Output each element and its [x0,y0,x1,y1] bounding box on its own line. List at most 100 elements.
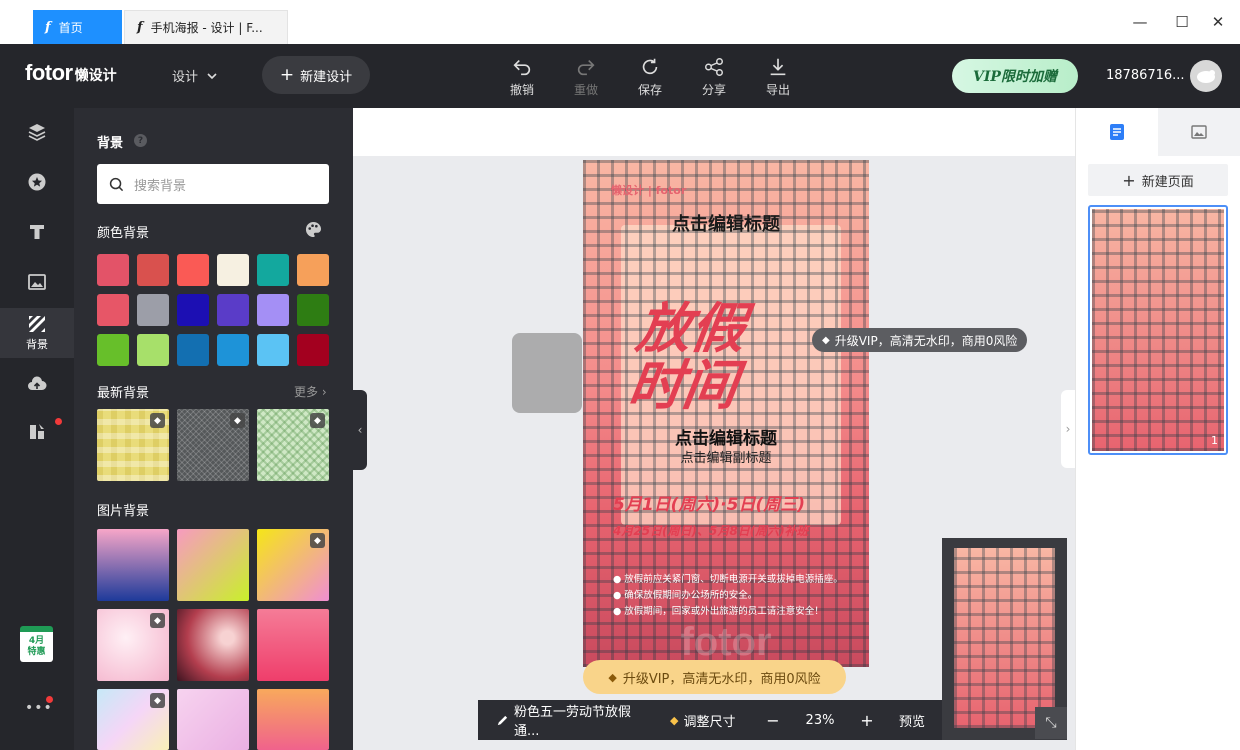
upload-cloud-icon [28,376,47,390]
latest-bg-gray-pattern[interactable]: ◆ [177,409,249,481]
share-button[interactable]: 分享 [694,56,734,98]
calendar-promo-icon[interactable]: 4月 特惠 [20,626,53,662]
resize-button[interactable]: ◆ 调整尺寸 [656,711,756,730]
rail-apps[interactable] [0,408,74,456]
poster-subtitle[interactable]: 点击编辑标题 [583,424,869,449]
color-swatch[interactable] [297,334,329,366]
image-bg-thumb[interactable]: ◆ [97,609,169,681]
zoom-out-button[interactable]: − [756,711,790,730]
rail-text[interactable] [0,208,74,256]
more-link[interactable]: 更多 › [294,383,327,400]
image-bg-thumb[interactable] [257,689,329,750]
color-swatch[interactable] [137,294,169,326]
rail-background-label: 背景 [26,338,48,351]
poster-headline[interactable]: 放假 时间 [625,296,750,417]
color-swatch[interactable] [217,294,249,326]
image-bg-thumb[interactable] [177,609,249,681]
avatar[interactable] [1190,60,1222,92]
color-swatch[interactable] [257,254,289,286]
layers-icon [28,124,46,141]
undo-button[interactable]: 撤销 [502,56,542,98]
color-swatch[interactable] [177,254,209,286]
poster-title[interactable]: 点击编辑标题 [583,210,869,236]
help-icon[interactable]: ? [134,134,147,147]
image-bg-thumb[interactable]: ◆ [97,689,169,750]
page-thumbnail-image [1092,209,1224,451]
color-swatch[interactable] [97,294,129,326]
poster-date-main[interactable]: 5月1日(周六)·5日(周三) [613,490,805,515]
poster-canvas[interactable]: 懒设计 | fotor 点击编辑标题 放假 时间 点击编辑标题 点击编辑副标题 … [583,160,869,667]
image-bg-thumb[interactable] [257,609,329,681]
save-icon [642,58,658,75]
export-button[interactable]: 导出 [758,56,798,98]
tab-images[interactable] [1158,108,1240,156]
rail-background[interactable]: 背景 [0,308,74,358]
poster-subtitle2[interactable]: 点击编辑副标题 [583,447,869,466]
export-icon [770,58,786,76]
poster-bullet: ● 放假前应关紧门窗、切断电源开关或拔掉电源插座。 [613,574,843,585]
color-swatch[interactable] [97,254,129,286]
user-phone[interactable]: 18786716... [1106,68,1185,83]
page-thumbnail[interactable]: 1 [1088,205,1228,455]
zoom-in-button[interactable]: + [850,711,884,730]
design-menu[interactable]: 设计 [172,66,218,85]
color-swatch[interactable] [257,334,289,366]
minimap-poster [954,548,1055,728]
expand-right-panel-button[interactable]: › [1061,390,1075,468]
tab-home[interactable]: f 首页 [33,10,122,44]
poster-brand[interactable]: 懒设计 | fotor [611,182,686,198]
file-name-field[interactable]: 粉色五一劳动节放假通... [478,701,656,739]
color-swatch[interactable] [217,254,249,286]
page-number: 1 [1211,434,1218,447]
new-page-button[interactable]: + 新建页面 [1088,164,1228,196]
latest-section-title: 最新背景 [97,386,150,401]
vip-diamond-icon: ◆ [150,613,165,628]
preview-button[interactable]: 预览 [884,711,940,730]
share-icon [705,58,723,76]
save-button[interactable]: 保存 [630,56,670,98]
minimize-button[interactable]: — [1128,10,1152,34]
color-swatch[interactable] [97,334,129,366]
latest-bg-yellow-plaid[interactable]: ◆ [97,409,169,481]
collapse-panel-button[interactable]: ‹ [353,390,367,470]
vip-tooltip[interactable]: ◆ 升级VIP，高清无水印，商用0风险 [812,328,1028,352]
poster-bullets[interactable]: ● 放假前应关紧门窗、切断电源开关或拔掉电源插座。 ● 确保放假期间办公场所的安… [613,572,843,620]
color-swatch[interactable] [177,334,209,366]
rail-images[interactable] [0,258,74,306]
color-swatch[interactable] [137,254,169,286]
image-bg-thumb[interactable] [97,529,169,601]
pages-panel: + 新建页面 1 [1075,108,1240,750]
color-swatch[interactable] [217,334,249,366]
redo-button[interactable]: 重做 [566,56,606,98]
image-bg-thumb[interactable] [177,529,249,601]
search-input[interactable]: 搜索背景 [97,164,329,204]
vip-upgrade-banner[interactable]: ◆ 升级VIP，高清无水印，商用0风险 [583,660,846,694]
color-swatch[interactable] [177,294,209,326]
color-swatch[interactable] [257,294,289,326]
color-swatch[interactable] [297,294,329,326]
palette-icon[interactable] [305,221,322,238]
minimap-collapse-icon[interactable]: ⤡ [1035,707,1067,739]
close-button[interactable]: ✕ [1206,10,1230,34]
app-logo[interactable]: fotor 懒设计 [25,60,117,86]
tab-design[interactable]: f 手机海报 - 设计 | F... [124,10,288,44]
maximize-button[interactable]: ☐ [1170,10,1194,34]
vip-promo-button[interactable]: VIP限时加赠 [952,59,1078,93]
color-swatch[interactable] [297,254,329,286]
user-avatar-icon [1197,70,1215,83]
fotor-tab-icon: f [45,19,51,35]
image-bg-thumb[interactable] [177,689,249,750]
tab-pages[interactable] [1076,108,1158,156]
vip-tooltip-label: 升级VIP，高清无水印，商用0风险 [834,333,1018,348]
color-swatch[interactable] [137,334,169,366]
image-bg-thumb[interactable]: ◆ [257,529,329,601]
vip-diamond-icon: ◆ [150,413,165,428]
zoom-level: 23% [805,712,835,728]
latest-bg-green-check[interactable]: ◆ [257,409,329,481]
color-section-title: 颜色背景 [97,226,150,241]
poster-date-sub[interactable]: 4月25日(周日)、5月8日(周六)补班 [613,522,809,539]
rail-layers[interactable] [0,108,74,156]
rail-templates[interactable] [0,158,74,206]
new-design-button[interactable]: + 新建设计 [262,56,370,94]
rail-upload[interactable] [0,360,74,408]
